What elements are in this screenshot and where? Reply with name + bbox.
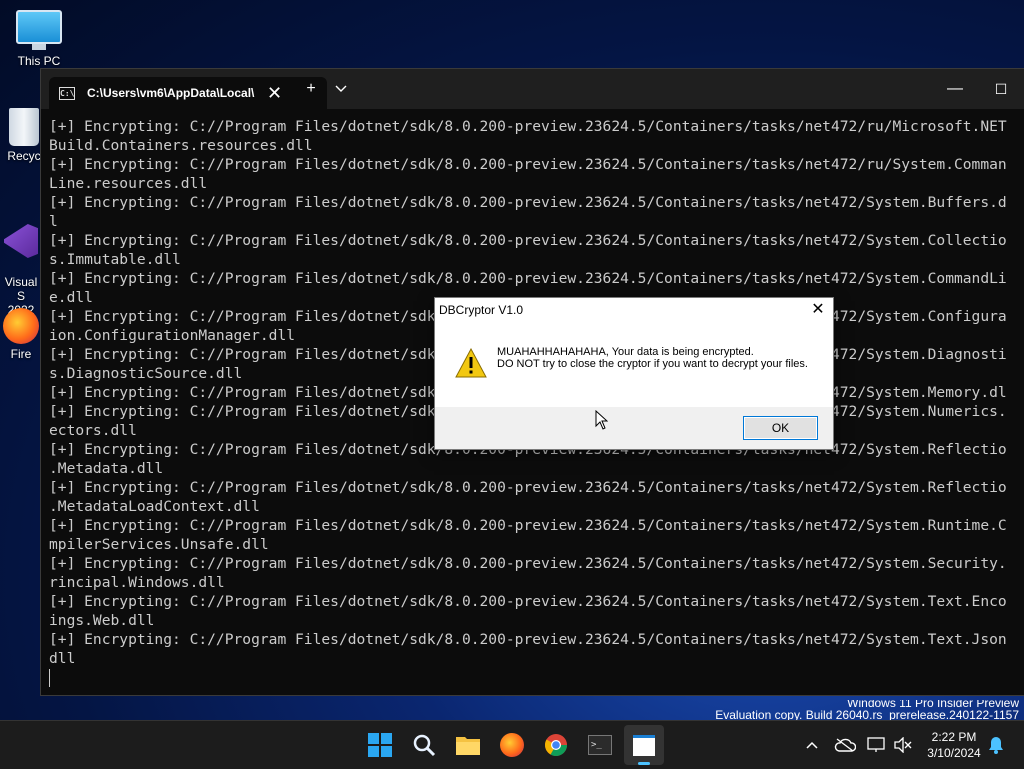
warning-icon: [455, 348, 487, 378]
chrome-icon: [545, 734, 567, 756]
terminal-line: .MetadataLoadContext.dll: [49, 498, 260, 515]
app-window-icon: [633, 734, 655, 756]
dialog-footer: OK: [435, 407, 833, 449]
tab-title: C:\Users\vm6\AppData\Local\: [87, 86, 255, 100]
desktop-icon-label: Fire: [10, 347, 32, 361]
network-button[interactable]: [864, 729, 890, 761]
text-cursor: [49, 669, 50, 687]
terminal-tab[interactable]: C:\ C:\Users\vm6\AppData\Local\ ✕: [49, 77, 327, 109]
mouse-pointer-icon: [595, 410, 608, 430]
tab-close-icon[interactable]: ✕: [267, 83, 282, 104]
folder-icon: [456, 737, 480, 755]
file-explorer-button[interactable]: [452, 729, 484, 761]
terminal-line: [+] Encrypting: C://Program Files/dotnet…: [49, 232, 1007, 249]
volume-button[interactable]: [890, 729, 916, 761]
desktop-icon-firefox[interactable]: Fire: [0, 308, 42, 361]
search-icon: [413, 734, 436, 757]
terminal-line: [+] Encrypting: C://Program Files/dotnet…: [49, 156, 1007, 173]
chevron-down-icon: [335, 85, 347, 92]
dialog-message: MUAHAHHAHAHAHA, Your data is being encry…: [497, 346, 817, 370]
tab-dropdown-button[interactable]: [321, 69, 361, 109]
terminal-line: mpilerServices.Unsafe.dll: [49, 536, 269, 553]
dialog-title: DBCryptor V1.0: [439, 303, 524, 317]
dialog-message-line1: MUAHAHHAHAHAHA, Your data is being encry…: [497, 346, 754, 358]
minimize-button[interactable]: —: [935, 69, 975, 109]
terminal-line: [+] Encrypting: C://Program Files/dotnet…: [49, 479, 1007, 496]
cmd-icon: C:\: [59, 86, 75, 100]
terminal-line: [+] Encrypting: C://Program Files/dotnet…: [49, 593, 1007, 610]
dialog-close-button[interactable]: ✕: [803, 298, 833, 324]
terminal-line: [+] Encrypting: C://Program Files/dotnet…: [49, 631, 1007, 648]
chrome-taskbar-button[interactable]: [540, 729, 572, 761]
terminal-line: Build.Containers.resources.dll: [49, 137, 313, 154]
ok-button[interactable]: OK: [743, 416, 818, 440]
terminal-titlebar[interactable]: C:\ C:\Users\vm6\AppData\Local\ ✕ + — ☐: [41, 69, 1024, 109]
recycle-bin-icon: [9, 108, 39, 146]
dbcryptor-taskbar-button[interactable]: [624, 725, 664, 765]
desktop-icon-label: This PC: [17, 54, 61, 68]
notifications-button[interactable]: [984, 729, 1008, 761]
start-button[interactable]: [364, 729, 396, 761]
visual-studio-icon: [4, 224, 38, 258]
terminal-line: l: [49, 213, 58, 230]
evaluation-watermark: Windows 11 Pro Insider Preview Evaluatio…: [715, 700, 1019, 722]
desktop-icon-this-pc[interactable]: This PC: [0, 10, 78, 68]
dbcryptor-dialog: DBCryptor V1.0 ✕ MUAHAHHAHAHAHA, Your da…: [434, 297, 834, 450]
chevron-up-icon: [806, 741, 818, 749]
system-clock[interactable]: 2:22 PM 3/10/2024: [916, 729, 992, 761]
network-icon: [867, 737, 885, 752]
firefox-taskbar-button[interactable]: [496, 729, 528, 761]
terminal-taskbar-button[interactable]: >_: [584, 729, 616, 761]
terminal-line: [+] Encrypting: C://Program Files/dotnet…: [49, 118, 1007, 135]
show-hidden-icons-button[interactable]: [800, 729, 824, 761]
terminal-line: [+] Encrypting: C://Program Files/dotnet…: [49, 517, 1007, 534]
terminal-prompt-line: [49, 668, 1024, 687]
onedrive-button[interactable]: [832, 729, 858, 761]
clock-date: 3/10/2024: [927, 746, 981, 760]
windows-start-icon: [368, 733, 392, 757]
terminal-line: dll: [49, 650, 76, 667]
dialog-titlebar: DBCryptor V1.0 ✕: [435, 298, 833, 324]
clock-time: 2:22 PM: [931, 730, 977, 744]
terminal-line: ings.Web.dll: [49, 612, 155, 629]
bell-icon: [989, 737, 1003, 754]
terminal-line: [+] Encrypting: C://Program Files/dotnet…: [49, 194, 1007, 211]
search-button[interactable]: [408, 729, 440, 761]
terminal-icon: >_: [588, 735, 612, 755]
firefox-icon: [500, 733, 524, 757]
terminal-line: Line.resources.dll: [49, 175, 208, 192]
this-pc-icon: [16, 10, 62, 50]
terminal-line: .Metadata.dll: [49, 460, 164, 477]
cloud-icon: [834, 738, 856, 752]
dialog-message-line2: DO NOT try to close the cryptor if you w…: [497, 358, 808, 370]
terminal-line: [+] Encrypting: C://Program Files/dotnet…: [49, 555, 1007, 572]
terminal-line: [+] Encrypting: C://Program Files/dotnet…: [49, 270, 1007, 287]
terminal-line: s.Immutable.dll: [49, 251, 181, 268]
maximize-button[interactable]: ☐: [981, 69, 1021, 109]
terminal-line: rincipal.Windows.dll: [49, 574, 225, 591]
speaker-muted-icon: [894, 737, 912, 753]
taskbar: >_ 2:22 PM 3/10/2024: [0, 720, 1024, 769]
firefox-icon: [3, 308, 39, 344]
watermark-line1: Windows 11 Pro Insider Preview: [847, 700, 1019, 707]
